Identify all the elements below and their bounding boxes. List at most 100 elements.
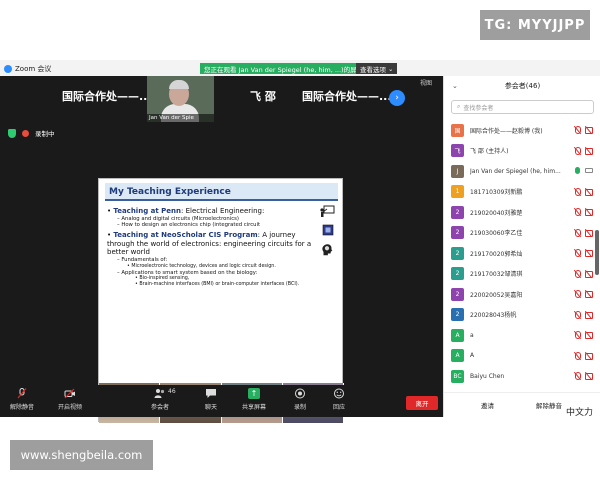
participants-count: 46 [168,388,176,395]
participant-row[interactable]: 2 219020040刘雅楚 [444,202,600,223]
mic-off-icon[interactable] [574,228,581,237]
participant-row[interactable]: J Jan Van der Spiegel (he, him... [444,161,600,182]
status-row: 录制中 [8,128,55,138]
view-options-button[interactable]: 查看选项 ⌄ [356,63,398,74]
camera-off-icon [585,209,593,216]
start-video-button[interactable]: 开启视频 [50,388,90,411]
camera-off-icon [585,311,593,319]
leave-button[interactable]: 离开 [406,396,438,410]
chevron-down-icon[interactable]: ⌄ [452,82,458,90]
avatar: 2 [451,287,464,301]
tile-name-mid: 飞 邵 [250,90,276,103]
mic-off-icon[interactable] [574,351,581,360]
zoom-window: Zoom 会议 您正在观看 Jan Van der Spiegel (he, h… [0,60,600,423]
slide-bullet-1: • Teaching at Penn: Electrical Engineeri… [107,207,265,215]
avatar: J [451,164,464,178]
unmute-button[interactable]: 解除静音 [2,388,42,411]
speaker-video-tile[interactable]: Jan Van der Spie [147,76,214,122]
participant-row[interactable]: 2 219170032邹清琪 [444,264,600,285]
view-label[interactable]: 视图 [420,78,432,87]
search-icon: ⌕ [457,103,461,110]
mic-off-icon[interactable] [574,372,581,380]
shield-icon [8,128,16,138]
participant-status-icons [574,146,593,155]
watermark-tg: TG: MYYJJPP [480,10,590,40]
mic-off-icon[interactable] [574,187,581,196]
participant-row[interactable]: Aa [444,325,600,346]
search-participants-input[interactable]: ⌕ 查找参会者 [451,100,594,114]
participant-list: 国国际合作处——赵毅博 (我) 飞飞 邵 (主持人) J Jan Van der Sp… [444,120,600,392]
slide-sub-2: – How to design an electronics chip (int… [117,222,261,229]
participant-row[interactable]: 2 220028043杨帆 [444,305,600,326]
participant-name: 219020040刘雅楚 [470,209,523,217]
participant-status-icons [574,187,593,196]
chat-label: 聊天 [204,404,217,411]
participant-status-icons [574,310,593,319]
viewing-banner: 您正在观看 Jan Van der Spiegel (he, him, ...)… [200,63,368,74]
mic-off-icon[interactable] [574,126,581,134]
participant-name: a [470,331,474,339]
tile-name-right: 国际合作处——... [302,90,392,103]
reactions-button[interactable]: 回应 [319,388,359,411]
record-icon [295,388,305,399]
share-arrow-icon: ↑ [248,388,260,399]
share-screen-button[interactable]: ↑ 共享屏幕 [234,388,274,411]
slide-bullet-2-highlight: Teaching at NeoScholar CIS Program [113,230,258,239]
mic-off-icon[interactable] [574,290,581,298]
next-page-button[interactable]: › [389,90,405,106]
mic-off-icon[interactable] [574,331,581,339]
participant-name: 219170020郭希灿 [470,250,523,258]
chat-button[interactable]: 聊天 [191,388,231,411]
slide-body: • Teaching at Penn: Electrical Engineeri… [107,205,319,288]
participants-panel: ⌄ 参会者(46) ⌕ 查找参会者 国国际合作处——赵毅博 (我) 飞飞 邵 (主… [443,76,600,417]
mic-off-icon[interactable] [574,310,581,319]
participant-name: A [470,352,475,360]
participant-row[interactable]: 飞飞 邵 (主持人) [444,141,600,162]
watermark-site: www.shengbeila.com [10,440,153,470]
slide-sub-3: – Fundamentals of: [117,257,168,264]
mic-off-icon[interactable] [574,208,581,216]
slide-title: My Teaching Experience [105,183,338,201]
mic-off-icon[interactable] [574,269,581,278]
recording-label: 录制中 [35,130,55,138]
avatar: 2 [451,308,464,322]
slide-bullet-1-text: : Electrical Engineering: [181,207,265,215]
app-title: Zoom 会议 [4,64,51,74]
camera-off-icon [585,332,593,339]
participants-icon [154,389,165,398]
participant-row[interactable]: 2 219030060李乙佳 [444,223,600,244]
mic-off-icon[interactable] [574,249,581,257]
participant-name: 220020052吴嘉阳 [470,291,523,299]
participant-row[interactable]: 2 220020052吴嘉阳 [444,284,600,305]
participants-label: 参会者 [150,404,169,411]
participant-name: 飞 邵 (主持人) [470,148,509,156]
avatar: 2 [451,205,464,219]
panel-scrollbar[interactable] [595,230,599,275]
camera-off-icon [64,388,75,399]
invite-button[interactable]: 邀请 [481,400,494,410]
participant-status-icons [574,208,593,216]
mic-off-icon[interactable] [574,146,581,155]
camera-off-icon [585,147,593,155]
participant-status-icons [574,290,593,298]
share-screen-label: 共享屏幕 [241,404,266,411]
participant-status-icons [574,331,593,339]
participant-status-icons [574,126,593,134]
avatar: A [451,349,464,363]
participant-status-icons [575,167,593,174]
record-dot-icon [22,129,29,137]
camera-off-icon [585,291,593,298]
participant-name: Baiyu Chen [470,372,505,380]
participant-row[interactable]: 国国际合作处——赵毅博 (我) [444,120,600,141]
unmute-all-button[interactable]: 解除静音 [536,400,562,410]
screenshot-root: TG: MYYJJPP Zoom 会议 您正在观看 Jan Van der Sp… [0,0,600,480]
participant-row[interactable]: 2 219170020郭希灿 [444,243,600,264]
participant-row[interactable]: AA [444,346,600,367]
panel-title: 参会者(46) [504,82,541,90]
mic-on-icon[interactable] [575,167,580,174]
participant-row[interactable]: 1 181710309刘新鹏 [444,182,600,203]
participant-row[interactable]: BC Baiyu Chen [444,366,600,387]
camera-off-icon [585,373,593,380]
record-button[interactable]: 录制 [280,388,320,411]
teacher-board-icon [320,205,335,217]
